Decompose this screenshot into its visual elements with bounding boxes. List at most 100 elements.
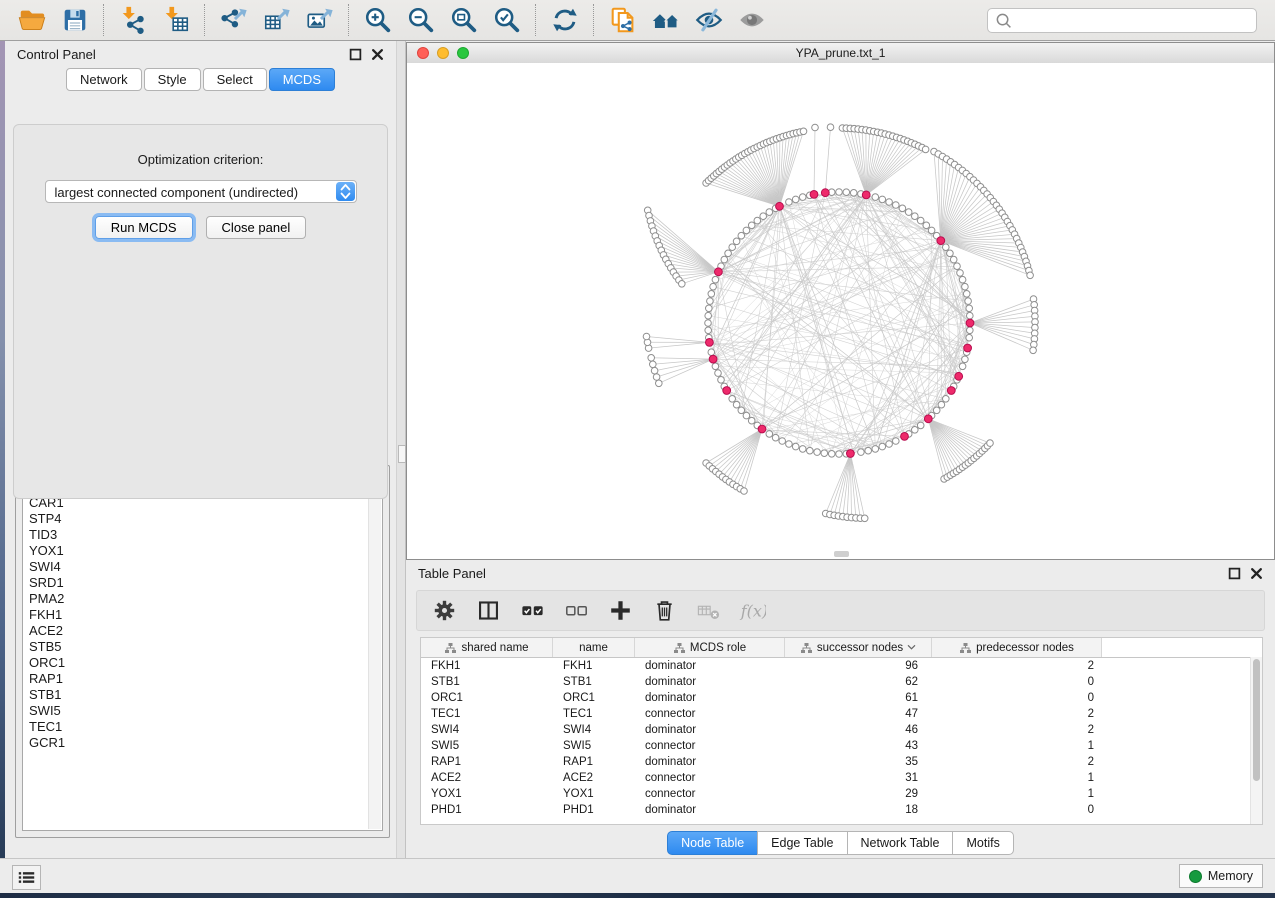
network-canvas[interactable] (407, 63, 1274, 559)
mcds-node-item[interactable]: SRD1 (29, 575, 382, 591)
tab-select[interactable]: Select (203, 68, 267, 91)
copy-network-icon[interactable] (607, 5, 638, 36)
criterion-select[interactable]: largest connected component (undirected) (45, 180, 357, 203)
zoom-in-icon[interactable] (362, 5, 393, 36)
create-column-icon[interactable] (607, 597, 634, 624)
table-cell: 1 (932, 772, 1102, 784)
zoom-fit-icon[interactable] (448, 5, 479, 36)
node-table[interactable]: shared namenameMCDS rolesuccessor nodesp… (420, 637, 1263, 825)
table-row[interactable]: FKH1FKH1dominator962 (421, 658, 1262, 674)
mcds-node-item[interactable]: SWI4 (29, 559, 382, 575)
float-table-panel-icon[interactable] (1228, 567, 1241, 580)
search-input[interactable] (1017, 13, 1249, 29)
mcds-node-item[interactable]: ACE2 (29, 623, 382, 639)
table-cell: 35 (785, 756, 932, 768)
export-table-icon[interactable] (261, 5, 292, 36)
table-scrollbar[interactable] (1250, 657, 1262, 824)
result-scrollbar[interactable] (368, 477, 381, 829)
splitter-handle[interactable] (398, 445, 406, 463)
memory-label: Memory (1208, 869, 1253, 883)
mcds-node-item[interactable]: STB1 (29, 687, 382, 703)
optimization-label: Optimization criterion: (14, 152, 387, 167)
close-window-icon[interactable] (417, 47, 429, 59)
network-hscroll-thumb[interactable] (834, 551, 849, 557)
zoom-out-icon[interactable] (405, 5, 436, 36)
close-table-panel-icon[interactable] (1250, 567, 1263, 580)
tab-style[interactable]: Style (144, 68, 201, 91)
minimize-window-icon[interactable] (437, 47, 449, 59)
tab-edge-table[interactable]: Edge Table (757, 831, 847, 855)
run-mcds-button[interactable]: Run MCDS (95, 216, 193, 239)
table-row[interactable]: SWI4SWI4dominator462 (421, 722, 1262, 738)
table-cell: 47 (785, 708, 932, 720)
close-panel-button[interactable]: Close panel (206, 216, 307, 239)
tab-motifs[interactable]: Motifs (952, 831, 1013, 855)
table-cell: ORC1 (553, 692, 635, 704)
table-row[interactable]: ORC1ORC1dominator610 (421, 690, 1262, 706)
table-row[interactable]: RAP1RAP1dominator352 (421, 754, 1262, 770)
table-row[interactable]: ACE2ACE2connector311 (421, 770, 1262, 786)
tab-node-table[interactable]: Node Table (667, 831, 758, 855)
column-header-MCDS-role[interactable]: MCDS role (635, 638, 785, 657)
export-network-icon[interactable] (218, 5, 249, 36)
mcds-node-item[interactable]: PMA2 (29, 591, 382, 607)
table-options-icon[interactable] (431, 597, 458, 624)
table-cell: 1 (932, 740, 1102, 752)
table-scrollbar-thumb[interactable] (1253, 659, 1260, 781)
network-graph[interactable] (407, 63, 1274, 559)
mcds-node-item[interactable]: TEC1 (29, 719, 382, 735)
memory-button[interactable]: Memory (1179, 864, 1263, 888)
mcds-node-item[interactable]: SWI5 (29, 703, 382, 719)
criterion-value: largest connected component (undirected) (55, 185, 299, 200)
select-stepper-icon[interactable] (336, 182, 355, 201)
mcds-result-group: MCDS result (17 nodes) PHD1CAR1STP4TID3Y… (15, 465, 390, 838)
float-panel-icon[interactable] (349, 48, 362, 61)
first-neighbors-icon[interactable] (650, 5, 681, 36)
search-box[interactable] (987, 8, 1257, 33)
column-header-name[interactable]: name (553, 638, 635, 657)
tab-network[interactable]: Network (66, 68, 142, 91)
show-all-icon[interactable] (736, 5, 767, 36)
panel-toggle-button[interactable] (12, 865, 41, 890)
hide-selected-icon[interactable] (693, 5, 724, 36)
close-panel-icon[interactable] (371, 48, 384, 61)
zoom-selected-icon[interactable] (491, 5, 522, 36)
table-cell: 2 (932, 708, 1102, 720)
table-row[interactable]: YOX1YOX1connector291 (421, 786, 1262, 802)
tab-network-table[interactable]: Network Table (847, 831, 954, 855)
column-header-predecessor-nodes[interactable]: predecessor nodes (932, 638, 1102, 657)
mcds-node-item[interactable]: TID3 (29, 527, 382, 543)
select-all-icon[interactable] (519, 597, 546, 624)
mcds-node-item[interactable]: YOX1 (29, 543, 382, 559)
export-image-icon[interactable] (304, 5, 335, 36)
delete-columns-icon[interactable] (651, 597, 678, 624)
table-row[interactable]: SWI5SWI5connector431 (421, 738, 1262, 754)
mcds-node-item[interactable]: ORC1 (29, 655, 382, 671)
maximize-window-icon[interactable] (457, 47, 469, 59)
save-session-icon[interactable] (59, 5, 90, 36)
table-cell: 1 (932, 788, 1102, 800)
column-header-successor-nodes[interactable]: successor nodes (785, 638, 932, 657)
refresh-layout-icon[interactable] (549, 5, 580, 36)
column-header-shared-name[interactable]: shared name (421, 638, 553, 657)
table-cell: YOX1 (553, 788, 635, 800)
show-columns-icon[interactable] (475, 597, 502, 624)
mcds-node-item[interactable]: FKH1 (29, 607, 382, 623)
open-session-icon[interactable] (16, 5, 47, 36)
panel-splitter[interactable] (396, 41, 406, 858)
import-table-icon[interactable] (160, 5, 191, 36)
mcds-node-item[interactable]: STB5 (29, 639, 382, 655)
table-row[interactable]: TEC1TEC1connector472 (421, 706, 1262, 722)
mcds-result-list[interactable]: PHD1CAR1STP4TID3YOX1SWI4SRD1PMA2FKH1ACE2… (22, 475, 383, 831)
mcds-node-item[interactable]: GCR1 (29, 735, 382, 751)
mcds-node-item[interactable]: STP4 (29, 511, 382, 527)
import-network-icon[interactable] (117, 5, 148, 36)
tab-mcds[interactable]: MCDS (269, 68, 335, 91)
network-window-titlebar[interactable]: YPA_prune.txt_1 (407, 43, 1274, 64)
table-header-row: shared namenameMCDS rolesuccessor nodesp… (421, 638, 1262, 658)
table-row[interactable]: PHD1PHD1dominator180 (421, 802, 1262, 818)
mcds-node-item[interactable]: RAP1 (29, 671, 382, 687)
table-row[interactable]: STB1STB1dominator620 (421, 674, 1262, 690)
deselect-all-icon[interactable] (563, 597, 590, 624)
list-icon (17, 868, 36, 887)
